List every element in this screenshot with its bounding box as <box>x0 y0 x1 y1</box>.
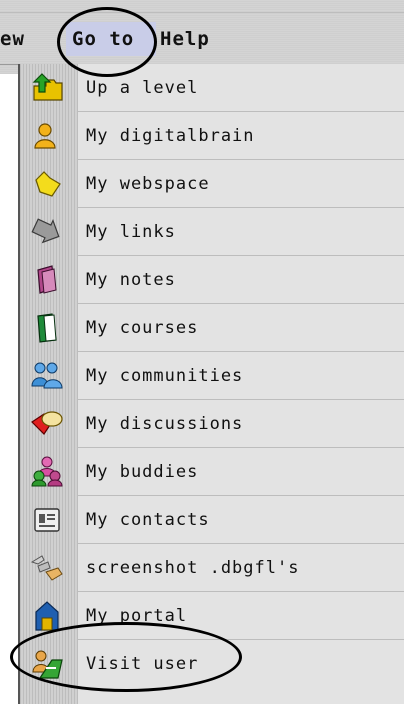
menu-item-label: My buddies <box>86 462 199 482</box>
webspace-folder-icon <box>35 171 61 197</box>
menu-goto[interactable]: Go to <box>66 22 156 56</box>
contacts-card-icon <box>34 508 60 532</box>
menu-item-my-links[interactable]: My links <box>20 208 404 256</box>
menu-item-my-communities[interactable]: My communities <box>20 352 404 400</box>
menu-item-label: My notes <box>86 270 176 290</box>
menu-item-label: My contacts <box>86 510 210 530</box>
menu-item-label: My links <box>86 222 176 242</box>
menu-item-label: My courses <box>86 318 199 338</box>
menu-item-label: screenshot .dbgfl's <box>86 558 300 578</box>
portal-house-icon <box>35 601 59 631</box>
links-arrow-icon <box>31 218 60 244</box>
menu-item-my-courses[interactable]: My courses <box>20 304 404 352</box>
menu-bar: ew Go to Help <box>0 0 404 74</box>
menu-item-my-notes[interactable]: My notes <box>20 256 404 304</box>
visit-user-icon <box>32 650 63 679</box>
menu-item-label: My discussions <box>86 414 244 434</box>
menu-item-label: My portal <box>86 606 188 626</box>
menu-help[interactable]: Help <box>160 22 210 56</box>
screenshot-file-icon <box>30 555 63 581</box>
menu-item-label: My communities <box>86 366 244 386</box>
communities-people-icon <box>31 362 63 389</box>
menu-item-my-discussions[interactable]: My discussions <box>20 400 404 448</box>
menu-item-up-a-level[interactable]: Up a level <box>20 64 404 112</box>
buddies-people-icon <box>31 456 63 487</box>
menu-item-my-digitalbrain[interactable]: My digitalbrain <box>20 112 404 160</box>
menu-item-label: My webspace <box>86 174 210 194</box>
menu-item-label: My digitalbrain <box>86 126 255 146</box>
digitalbrain-icon <box>34 123 56 149</box>
menu-item-visit-user[interactable]: Visit user <box>20 640 404 688</box>
notes-book-icon <box>37 265 57 294</box>
discussions-bubbles-icon <box>31 411 63 435</box>
menu-view[interactable]: ew <box>0 22 25 56</box>
menu-item-my-contacts[interactable]: My contacts <box>20 496 404 544</box>
menubar-top-line <box>0 12 404 13</box>
menu-item-my-webspace[interactable]: My webspace <box>20 160 404 208</box>
menu-item-my-buddies[interactable]: My buddies <box>20 448 404 496</box>
menu-item-screenshot-dbgfl[interactable]: screenshot .dbgfl's <box>20 544 404 592</box>
up-level-icon <box>32 73 63 101</box>
menu-item-my-portal[interactable]: My portal <box>20 592 404 640</box>
menu-item-label: Visit user <box>86 654 199 674</box>
goto-dropdown-menu: Up a level My digitalbrain My webspace M… <box>18 64 404 704</box>
menu-item-label: Up a level <box>86 78 199 98</box>
courses-book-icon <box>37 313 57 343</box>
